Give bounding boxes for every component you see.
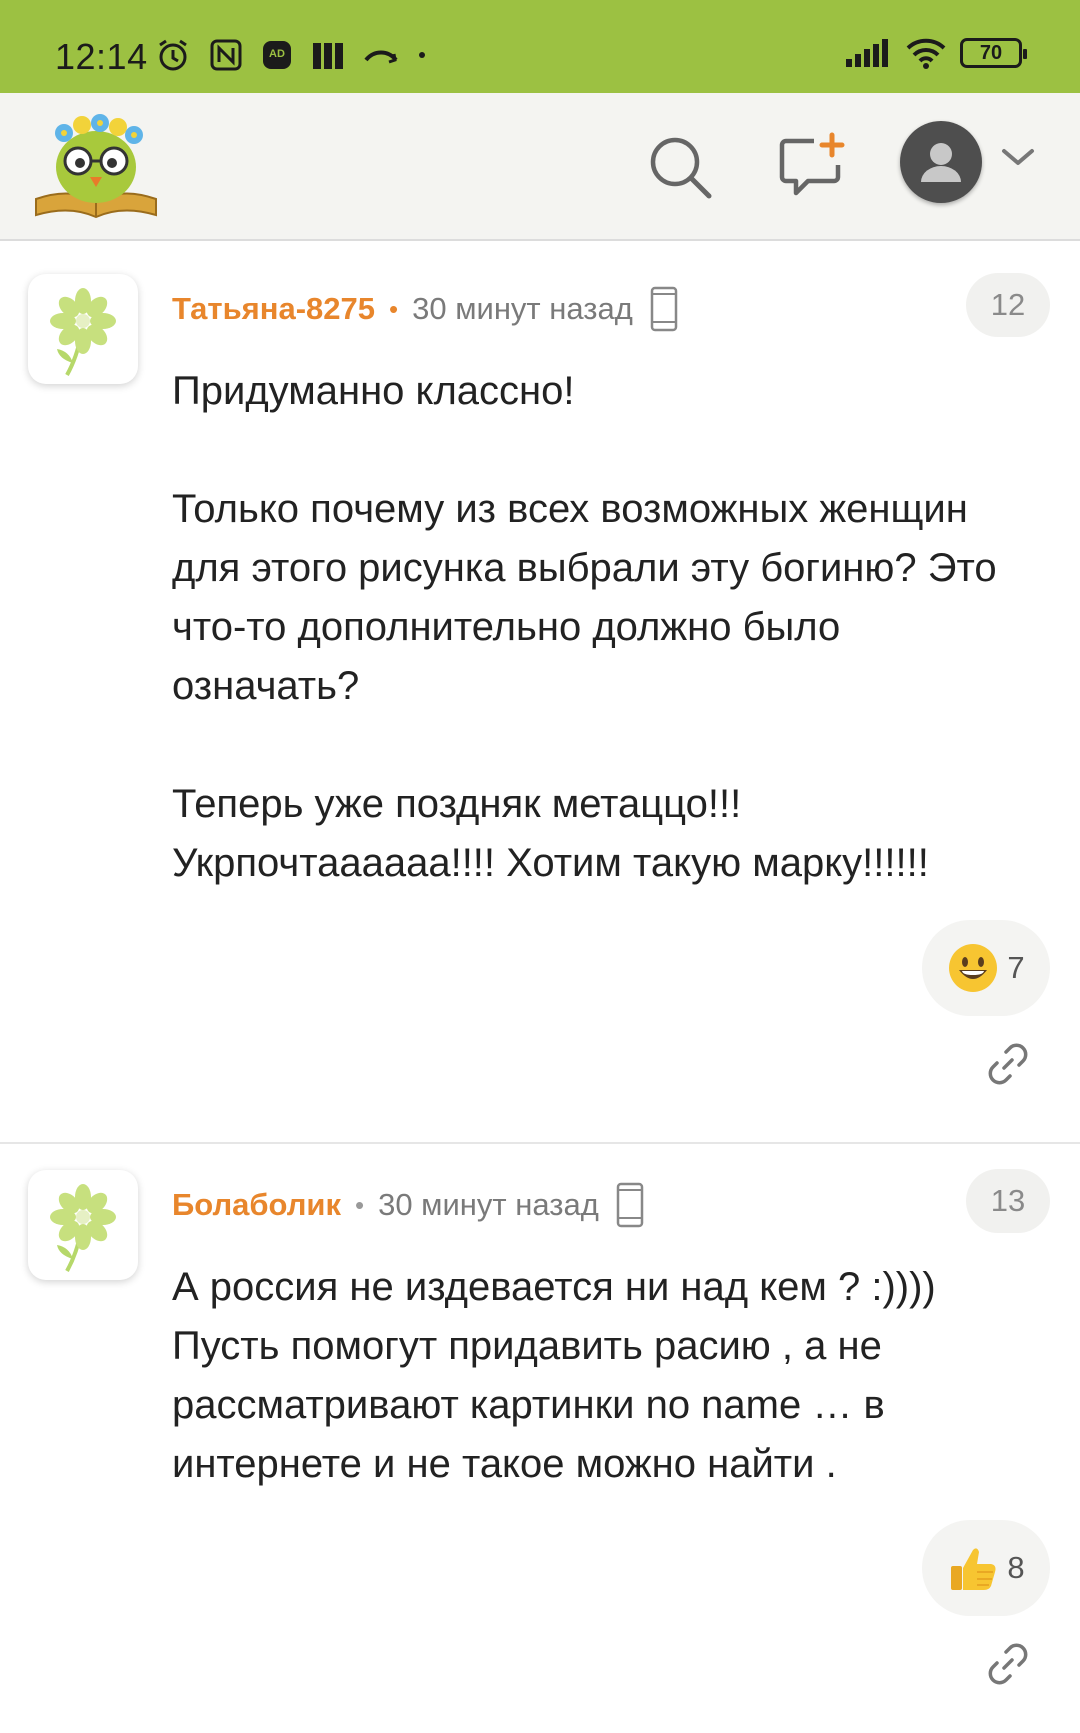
new-comment-icon[interactable]: [772, 127, 852, 207]
comment-number-badge[interactable]: 13: [966, 1169, 1050, 1233]
comment-meta: Болаболик • 30 минут назад: [172, 1182, 645, 1228]
comment-paragraph: Придуманно классно!: [172, 369, 575, 413]
reaction-count: 8: [1007, 1550, 1025, 1585]
comment-author[interactable]: Татьяна-8275: [172, 291, 375, 327]
app-icon: [311, 38, 345, 72]
comment-paragraph: Только почему из всех возможных женщин д…: [172, 487, 997, 708]
reaction-button[interactable]: 7: [922, 920, 1050, 1016]
adblocker-icon: AD: [261, 38, 293, 72]
signal-icon: [844, 36, 892, 70]
chevron-down-icon[interactable]: [1000, 145, 1036, 174]
missed-call-icon: [363, 38, 399, 72]
thumbs-up-icon: [951, 1548, 996, 1590]
reaction-count: 7: [1007, 950, 1025, 985]
alarm-icon: [155, 38, 191, 72]
meta-separator: •: [388, 293, 399, 324]
commenter-avatar[interactable]: [28, 274, 138, 384]
comment-body: А россия не издевается ни над кем ? :)))…: [172, 1258, 1032, 1494]
app-header: [0, 93, 1080, 241]
status-bar: 12:14 AD 70: [0, 0, 1080, 93]
link-icon[interactable]: [984, 1040, 1032, 1088]
comment-paragraph: А россия не издевается ни над кем ? :)))…: [172, 1265, 936, 1486]
comment-meta: Татьяна-8275 • 30 минут назад: [172, 286, 679, 332]
svg-text:AD: AD: [269, 48, 285, 60]
mobile-device-icon: [649, 286, 679, 332]
grinning-face-icon: [949, 944, 998, 992]
comment-divider: [0, 1142, 1080, 1144]
status-icons-right: 70: [844, 36, 1027, 70]
comment-author[interactable]: Болаболик: [172, 1187, 341, 1223]
link-icon[interactable]: [984, 1640, 1032, 1688]
user-avatar-icon[interactable]: [900, 121, 982, 203]
comment-time: 30 минут назад: [412, 291, 633, 326]
comment-time: 30 минут назад: [378, 1187, 599, 1222]
comment-body: Придуманно классно! Только почему из все…: [172, 362, 1032, 893]
comment-number-badge[interactable]: 12: [966, 273, 1050, 337]
wifi-icon: [906, 36, 946, 70]
owl-book-logo[interactable]: [30, 111, 162, 221]
battery-level: 70: [979, 41, 1003, 64]
meta-separator: •: [354, 1189, 365, 1220]
commenter-avatar[interactable]: [28, 1170, 138, 1280]
status-time: 12:14: [55, 36, 148, 77]
battery-icon: 70: [960, 38, 1027, 68]
reaction-button[interactable]: 8: [922, 1520, 1050, 1616]
comment-paragraph: Теперь уже поздняк метаццо!!! Укрпочтааа…: [172, 782, 929, 885]
dot-icon: [417, 38, 427, 72]
search-icon[interactable]: [640, 127, 720, 207]
mobile-device-icon: [615, 1182, 645, 1228]
nfc-icon: [209, 38, 243, 72]
status-icons-left: AD: [155, 38, 427, 72]
